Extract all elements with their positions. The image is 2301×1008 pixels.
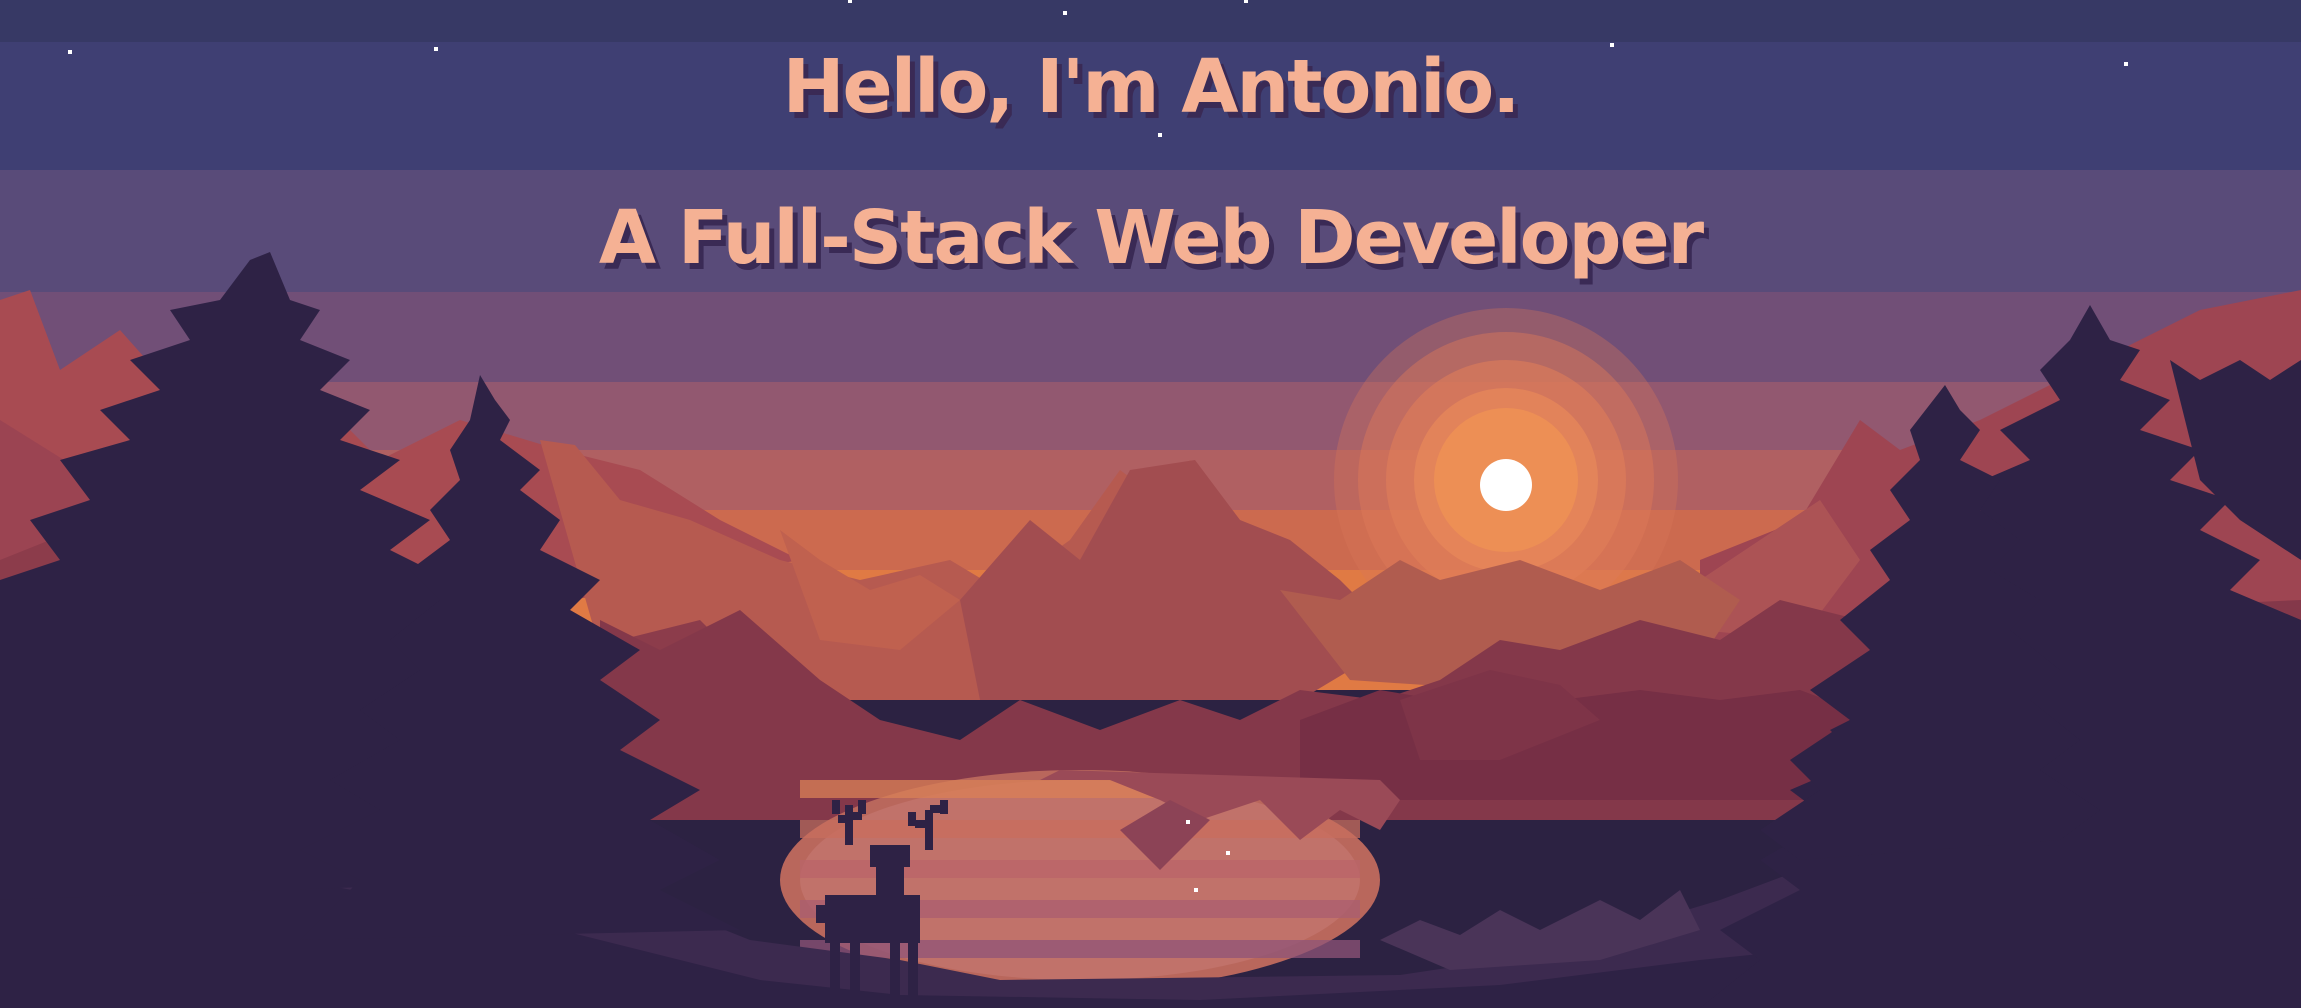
hero-greeting: Hello, I'm Antonio. (782, 44, 1521, 130)
star-icon (848, 0, 852, 3)
star-icon (1158, 133, 1162, 137)
landscape-background (0, 0, 2301, 1008)
star-icon (1244, 0, 1248, 3)
hero-role: A Full-Stack Web Developer (598, 195, 1704, 281)
star-icon (1063, 11, 1067, 15)
hero-banner: Hello, I'm Antonio. A Full-Stack Web Dev… (0, 0, 2301, 1008)
